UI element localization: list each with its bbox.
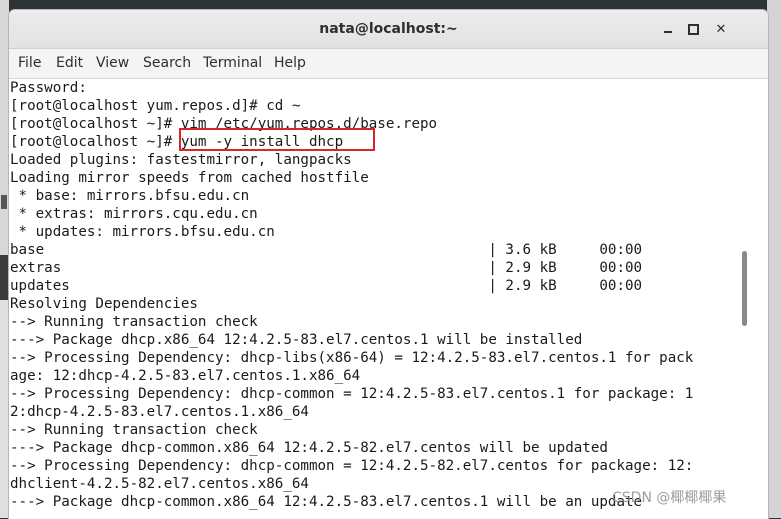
desktop-edge-mark (1, 195, 7, 209)
terminal-line: --> Running transaction check (10, 422, 258, 438)
menu-view[interactable]: View (96, 55, 129, 71)
terminal-line: --> Processing Dependency: dhcp-libs(x86… (10, 350, 694, 366)
highlight-annotation-box (179, 128, 375, 151)
close-icon: ✕ (715, 21, 727, 37)
terminal-line: Resolving Dependencies (10, 296, 198, 312)
menu-help[interactable]: Help (274, 55, 306, 71)
terminal-window[interactable]: nata@localhost:~ ✕ File Edit View Search… (8, 9, 769, 519)
menu-terminal[interactable]: Terminal (203, 55, 262, 71)
menu-edit[interactable]: Edit (56, 55, 83, 71)
terminal-line: Loaded plugins: fastestmirror, langpacks (10, 152, 352, 168)
close-button[interactable]: ✕ (712, 20, 730, 38)
menu-file[interactable]: File (18, 55, 41, 71)
terminal-line: --> Processing Dependency: dhcp-common =… (10, 458, 694, 474)
watermark-text: CSDN @椰椰椰果 (612, 490, 727, 506)
terminal-line: updates | 2.9 kB 00:00 (10, 278, 643, 294)
terminal-line: ---> Package dhcp-common.x86_64 12:4.2.5… (10, 440, 608, 456)
window-title: nata@localhost:~ (319, 21, 458, 37)
title-bar[interactable]: nata@localhost:~ ✕ (9, 10, 768, 49)
terminal-line: ---> Package dhcp-common.x86_64 12:4.2.5… (10, 494, 643, 510)
terminal-line: [root@localhost yum.repos.d]# cd ~ (10, 98, 301, 114)
terminal-line: * base: mirrors.bfsu.edu.cn (10, 188, 250, 204)
terminal-line: * updates: mirrors.bfsu.edu.cn (10, 224, 275, 240)
terminal-output[interactable]: Password: [root@localhost yum.repos.d]# … (9, 79, 738, 519)
terminal-line: base | 3.6 kB 00:00 (10, 242, 643, 258)
terminal-line: --> Processing Dependency: dhcp-common =… (10, 386, 694, 402)
minimize-button[interactable] (659, 20, 677, 38)
terminal-line: Loading mirror speeds from cached hostfi… (10, 170, 369, 186)
background-desktop-right (767, 0, 781, 518)
terminal-line: age: 12:dhcp-4.2.5-83.el7.centos.1.x86_6… (10, 368, 361, 384)
terminal-line: ---> Package dhcp.x86_64 12:4.2.5-83.el7… (10, 332, 583, 348)
menu-search[interactable]: Search (143, 55, 191, 71)
terminal-line: --> Running transaction check (10, 314, 258, 330)
scrollbar-thumb[interactable] (742, 251, 747, 326)
terminal-scrollbar[interactable] (738, 79, 768, 519)
terminal-line: dhclient-4.2.5-82.el7.centos.x86_64 (10, 476, 309, 492)
terminal-line: extras | 2.9 kB 00:00 (10, 260, 643, 276)
terminal-line: * extras: mirrors.cqu.edu.cn (10, 206, 258, 222)
terminal-line: Password: (10, 80, 87, 96)
maximize-button[interactable] (684, 20, 702, 38)
menu-bar: File Edit View Search Terminal Help (9, 49, 768, 79)
terminal-line: 2:dhcp-4.2.5-83.el7.centos.1.x86_64 (10, 404, 309, 420)
